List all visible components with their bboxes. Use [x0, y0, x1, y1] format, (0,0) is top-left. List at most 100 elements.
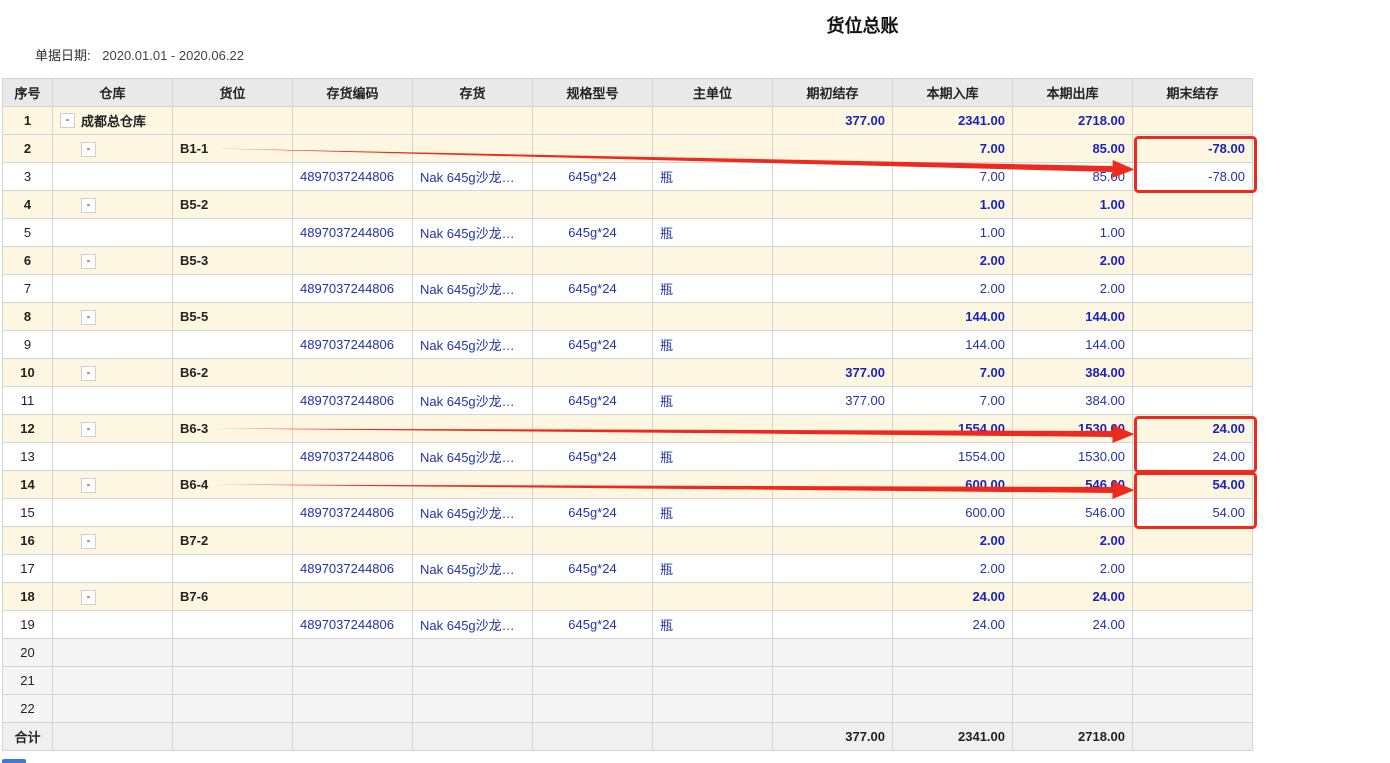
cell-opening	[772, 610, 893, 639]
cell-item-code[interactable]	[292, 106, 413, 135]
collapse-toggle[interactable]: -	[81, 309, 96, 325]
collapse-toggle[interactable]: -	[81, 197, 96, 213]
collapse-toggle[interactable]: -	[60, 113, 75, 128]
cell-item-name[interactable]: Nak 645g沙龙…	[412, 442, 533, 471]
cell-item-name[interactable]	[412, 190, 533, 219]
cell-spec: 645g*24	[532, 218, 653, 247]
table-row-group[interactable]: 16 - B7-2 2.00 2.00	[2, 526, 1253, 555]
table-row-group[interactable]: 14 - B6-4 600.00 546.00 54.00	[2, 470, 1253, 499]
cell-item-code[interactable]: 4897037244806	[292, 330, 413, 359]
collapse-toggle[interactable]: -	[81, 533, 96, 549]
column-header-warehouse[interactable]: 仓库	[52, 78, 173, 107]
cell-item-code[interactable]: 4897037244806	[292, 162, 413, 191]
cell-item-name[interactable]	[412, 414, 533, 443]
column-header-out[interactable]: 本期出库	[1012, 78, 1133, 107]
table-row-empty[interactable]: 21	[2, 666, 1253, 695]
table-row-detail[interactable]: 11 4897037244806 Nak 645g沙龙… 645g*24 瓶 377.00…	[2, 386, 1253, 415]
cell-item-code[interactable]: 4897037244806	[292, 610, 413, 639]
cell-in: 1554.00	[892, 414, 1013, 443]
cell-out: 85.00	[1012, 162, 1133, 191]
column-header-item[interactable]: 存货	[412, 78, 533, 107]
cell-opening	[772, 218, 893, 247]
table-row-detail[interactable]: 13 4897037244806 Nak 645g沙龙… 645g*24 瓶 1554.0…	[2, 442, 1253, 471]
cell-item-code[interactable]: 4897037244806	[292, 442, 413, 471]
cell-item-code[interactable]	[292, 470, 413, 499]
cell-item-name[interactable]: Nak 645g沙龙…	[412, 498, 533, 527]
cell-item-code[interactable]: 4897037244806	[292, 498, 413, 527]
table-row-group[interactable]: 8 - B5-5 144.00 144.00	[2, 302, 1253, 331]
table-row-detail[interactable]: 19 4897037244806 Nak 645g沙龙… 645g*24 瓶 24.00 2…	[2, 610, 1253, 639]
cell-item-code[interactable]	[292, 358, 413, 387]
table-row-detail[interactable]: 9 4897037244806 Nak 645g沙龙… 645g*24 瓶 144.00 1…	[2, 330, 1253, 359]
cell-warehouse: -	[52, 358, 173, 387]
cell-item-name[interactable]: Nak 645g沙龙…	[412, 610, 533, 639]
table-row-group[interactable]: 1- 成都总仓库 377.00 2341.00 2718.00	[2, 106, 1253, 135]
table-row-empty[interactable]: 22	[2, 694, 1253, 723]
cell-seq: 1	[2, 106, 53, 135]
table-row-detail[interactable]: 17 4897037244806 Nak 645g沙龙… 645g*24 瓶 2.00 2.…	[2, 554, 1253, 583]
table-row-group[interactable]: 4 - B5-2 1.00 1.00	[2, 190, 1253, 219]
cell-item-name[interactable]: Nak 645g沙龙…	[412, 218, 533, 247]
collapse-toggle[interactable]: -	[81, 365, 96, 381]
total-opening: 377.00	[772, 722, 893, 751]
date-range-value[interactable]: 2020.01.01 - 2020.06.22	[102, 48, 244, 63]
warehouse-name: 成都总仓库	[81, 114, 147, 129]
column-header-unit[interactable]: 主单位	[652, 78, 773, 107]
column-header-seq[interactable]: 序号	[2, 78, 53, 107]
collapse-toggle[interactable]: -	[81, 589, 96, 605]
cell-spec: 645g*24	[532, 330, 653, 359]
column-header-in[interactable]: 本期入库	[892, 78, 1013, 107]
table-row-group[interactable]: 10 - B6-2 377.00 7.00 384.00	[2, 358, 1253, 387]
cell-item-code[interactable]	[292, 190, 413, 219]
table-row-group[interactable]: 6 - B5-3 2.00 2.00	[2, 246, 1253, 275]
cell-item-name[interactable]	[412, 358, 533, 387]
cell-item-code[interactable]: 4897037244806	[292, 218, 413, 247]
cell-item-name[interactable]	[412, 526, 533, 555]
cell-bin: B5-5	[172, 302, 293, 331]
table-row-empty[interactable]: 20	[2, 638, 1253, 667]
cell-in: 1.00	[892, 218, 1013, 247]
collapse-toggle[interactable]: -	[81, 253, 96, 269]
cell-item-code[interactable]: 4897037244806	[292, 274, 413, 303]
cell-item-name[interactable]	[412, 134, 533, 163]
collapse-toggle[interactable]: -	[81, 477, 96, 493]
cell-item-name[interactable]: Nak 645g沙龙…	[412, 554, 533, 583]
table-row-group[interactable]: 2 - B1-1 7.00 85.00 -78.00	[2, 134, 1253, 163]
column-header-closing[interactable]: 期末结存	[1132, 78, 1253, 107]
cell-item-code[interactable]	[292, 526, 413, 555]
cell-opening	[772, 582, 893, 611]
collapse-toggle[interactable]: -	[81, 141, 96, 157]
cell-item-code[interactable]	[292, 134, 413, 163]
cell-item-name[interactable]	[412, 582, 533, 611]
cell-item-name[interactable]: Nak 645g沙龙…	[412, 330, 533, 359]
column-header-opening[interactable]: 期初结存	[772, 78, 893, 107]
cell-item-code[interactable]	[292, 246, 413, 275]
cell-seq: 4	[2, 190, 53, 219]
scroll-indicator[interactable]	[2, 759, 26, 763]
cell-item-name[interactable]: Nak 645g沙龙…	[412, 162, 533, 191]
column-header-bin[interactable]: 货位	[172, 78, 293, 107]
column-header-spec[interactable]: 规格型号	[532, 78, 653, 107]
cell-item-code[interactable]: 4897037244806	[292, 386, 413, 415]
cell-item-name[interactable]: Nak 645g沙龙…	[412, 386, 533, 415]
table-row-detail[interactable]: 3 4897037244806 Nak 645g沙龙… 645g*24 瓶 7.00 85.…	[2, 162, 1253, 191]
table-row-detail[interactable]: 15 4897037244806 Nak 645g沙龙… 645g*24 瓶 600.00…	[2, 498, 1253, 527]
cell-item-code[interactable]	[292, 582, 413, 611]
table-row-group[interactable]: 12 - B6-3 1554.00 1530.00 24.00	[2, 414, 1253, 443]
cell-bin	[172, 218, 293, 247]
cell-item-name[interactable]	[412, 302, 533, 331]
cell-item-code[interactable]	[292, 414, 413, 443]
cell-item-name[interactable]	[412, 470, 533, 499]
cell-item-name[interactable]	[412, 246, 533, 275]
cell-item-name[interactable]	[412, 106, 533, 135]
cell-item-code[interactable]: 4897037244806	[292, 554, 413, 583]
column-header-code[interactable]: 存货编码	[292, 78, 413, 107]
table-row-detail[interactable]: 7 4897037244806 Nak 645g沙龙… 645g*24 瓶 2.00 2.0…	[2, 274, 1253, 303]
table-row-detail[interactable]: 5 4897037244806 Nak 645g沙龙… 645g*24 瓶 1.00 1.0…	[2, 218, 1253, 247]
cell-item-code[interactable]	[292, 302, 413, 331]
cell-warehouse	[52, 554, 173, 583]
cell-item-name[interactable]: Nak 645g沙龙…	[412, 274, 533, 303]
table-row-group[interactable]: 18 - B7-6 24.00 24.00	[2, 582, 1253, 611]
cell-in	[892, 694, 1013, 723]
collapse-toggle[interactable]: -	[81, 421, 96, 437]
